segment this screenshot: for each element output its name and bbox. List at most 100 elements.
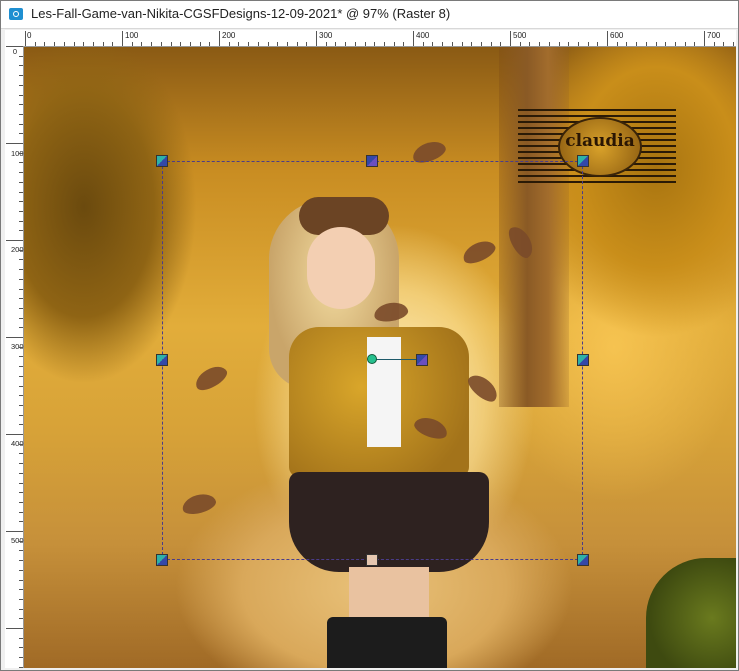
ruler-tick xyxy=(238,42,240,46)
ruler-tick xyxy=(19,511,23,513)
ruler-tick xyxy=(577,42,579,46)
ruler-tick xyxy=(170,42,172,46)
ruler-tick xyxy=(92,42,94,46)
ruler-tick xyxy=(451,42,453,46)
ruler-tick xyxy=(529,42,531,46)
image-canvas[interactable]: claudia xyxy=(24,47,736,668)
ruler-tick xyxy=(19,414,23,416)
ruler-tick xyxy=(151,42,153,46)
ruler-tick xyxy=(248,42,250,46)
ruler-tick xyxy=(374,42,376,46)
ruler-tick xyxy=(19,579,23,581)
ruler-tick xyxy=(19,404,23,406)
resize-handle-right[interactable] xyxy=(577,354,589,366)
ruler-tick xyxy=(19,113,23,115)
ruler-label: 100 xyxy=(125,31,139,40)
ruler-tick xyxy=(684,42,686,46)
ruler-tick xyxy=(54,42,56,46)
ruler-vertical[interactable]: 0 100 200 300 400 500 xyxy=(5,46,24,668)
ruler-tick xyxy=(500,42,502,46)
resize-handle-top[interactable] xyxy=(366,155,378,167)
ruler-tick xyxy=(655,42,657,46)
ruler-tick xyxy=(480,42,482,46)
ruler-tick xyxy=(19,65,23,67)
ruler-tick xyxy=(141,42,143,46)
ruler-tick xyxy=(471,42,473,46)
ruler-tick xyxy=(413,31,414,46)
ruler-tick xyxy=(19,307,23,309)
ruler-tick xyxy=(19,201,23,203)
ruler-tick xyxy=(19,346,23,348)
ruler-tick xyxy=(704,31,705,46)
ruler-tick xyxy=(432,42,434,46)
ruler-tick xyxy=(626,42,628,46)
ruler-tick xyxy=(19,501,23,503)
ruler-tick xyxy=(597,42,599,46)
image-window: Les-Fall-Game-van-Nikita-CGSFDesigns-12-… xyxy=(0,0,739,671)
ruler-tick xyxy=(19,637,23,639)
ruler-tick xyxy=(616,42,618,46)
ruler-tick xyxy=(209,42,211,46)
ruler-tick xyxy=(19,375,23,377)
ruler-tick xyxy=(19,540,23,542)
ruler-tick xyxy=(19,366,23,368)
ruler-tick xyxy=(19,521,23,523)
ruler-tick xyxy=(267,42,269,46)
ruler-tick xyxy=(19,492,23,494)
ruler-tick xyxy=(19,162,23,164)
ruler-label: 0 xyxy=(12,47,18,56)
ruler-tick xyxy=(19,191,23,193)
ruler-tick xyxy=(83,42,85,46)
ruler-tick xyxy=(607,31,608,46)
resize-handle-top-right[interactable] xyxy=(577,155,589,167)
ruler-tick xyxy=(442,42,444,46)
ruler-tick xyxy=(19,657,23,659)
ruler-tick xyxy=(345,42,347,46)
ruler-tick xyxy=(19,298,23,300)
ruler-tick xyxy=(383,42,385,46)
ruler-tick xyxy=(19,608,23,610)
ruler-tick xyxy=(335,42,337,46)
ruler-tick xyxy=(19,172,23,174)
ruler-tick xyxy=(316,31,317,46)
pivot-point-handle[interactable] xyxy=(367,354,377,364)
window-titlebar[interactable]: Les-Fall-Game-van-Nikita-CGSFDesigns-12-… xyxy=(1,1,738,29)
ruler-tick xyxy=(19,230,23,232)
ruler-tick xyxy=(490,42,492,46)
resize-handle-top-left[interactable] xyxy=(156,155,168,167)
window-title: Les-Fall-Game-van-Nikita-CGSFDesigns-12-… xyxy=(31,6,451,21)
ruler-tick xyxy=(306,42,308,46)
ruler-tick xyxy=(286,42,288,46)
resize-handle-bottom-right[interactable] xyxy=(577,554,589,566)
ruler-tick xyxy=(19,269,23,271)
ruler-tick xyxy=(63,42,65,46)
ruler-tick xyxy=(160,42,162,46)
ruler-tick xyxy=(6,143,23,144)
ruler-tick xyxy=(199,42,201,46)
ruler-tick xyxy=(694,42,696,46)
girl-boots xyxy=(327,617,447,668)
ruler-tick xyxy=(19,666,23,668)
ruler-tick xyxy=(587,42,589,46)
ruler-tick xyxy=(19,647,23,649)
ruler-tick xyxy=(34,42,36,46)
ruler-tick xyxy=(102,42,104,46)
ruler-label: 400 xyxy=(11,439,24,448)
ruler-tick xyxy=(6,628,23,629)
resize-handle-bottom-left[interactable] xyxy=(156,554,168,566)
rotation-handle[interactable] xyxy=(416,354,428,366)
ruler-horizontal[interactable]: 0 100 200 300 400 500 600 700 xyxy=(23,30,736,47)
ruler-tick xyxy=(422,42,424,46)
ruler-tick xyxy=(44,42,46,46)
ruler-tick xyxy=(19,560,23,562)
ruler-tick xyxy=(19,104,23,106)
ruler-tick xyxy=(180,42,182,46)
ruler-tick xyxy=(19,618,23,620)
ruler-tick xyxy=(539,42,541,46)
resize-handle-bottom[interactable] xyxy=(366,554,378,566)
resize-handle-left[interactable] xyxy=(156,354,168,366)
ruler-tick xyxy=(19,598,23,600)
ruler-tick xyxy=(131,42,133,46)
ruler-tick xyxy=(19,249,23,251)
ruler-tick xyxy=(19,327,23,329)
